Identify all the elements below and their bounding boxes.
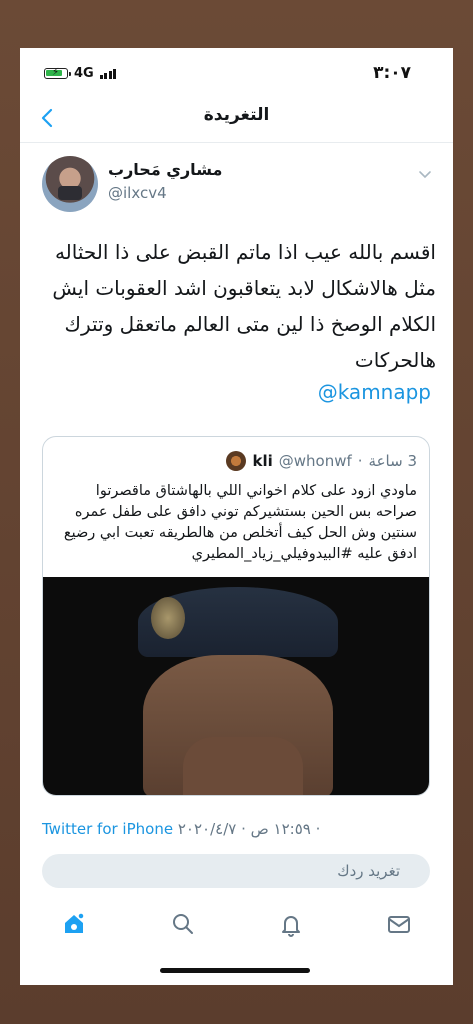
avatar[interactable] [42, 156, 98, 212]
author-handle[interactable]: @ilxcv4 [108, 184, 167, 202]
quoted-tweet-header: kli @whonwf · 3 ساعة [226, 451, 417, 471]
mention-link[interactable]: @kamnapp [318, 380, 431, 404]
author-name[interactable]: مشاري مَحارب [108, 160, 222, 179]
mail-icon[interactable] [385, 910, 413, 938]
charging-bolt-icon: ⚡ [52, 67, 60, 78]
quoted-tweet[interactable]: kli @whonwf · 3 ساعة ماودي ازود على كلام… [42, 436, 430, 796]
dot-separator: · [357, 452, 363, 470]
battery-icon: ⚡ [44, 67, 71, 79]
image-hand [183, 737, 303, 795]
tweet-author: مشاري مَحارب @ilxcv4 [20, 152, 453, 214]
chevron-down-icon[interactable] [418, 170, 432, 180]
signal-icon [99, 68, 117, 79]
quoted-tweet-image[interactable] [43, 577, 429, 795]
quoted-tweet-text: ماودي ازود على كلام اخواني اللي بالهاشتا… [63, 483, 417, 562]
meta-separator: · [315, 820, 321, 838]
image-badge [151, 597, 185, 639]
top-nav: التغريدة [20, 94, 453, 143]
network-type: 4G [74, 66, 94, 81]
quoted-author-handle: @whonwf [278, 452, 352, 470]
tweet-text: اقسم بالله عيب اذا ماتم القبض على ذا الح… [52, 240, 436, 372]
home-icon[interactable] [60, 910, 88, 938]
page-title: التغريدة [203, 105, 270, 125]
source-link[interactable]: Twitter for iPhone [42, 820, 173, 838]
quoted-avatar [226, 451, 247, 471]
quoted-author-name: kli [252, 452, 273, 470]
status-indicators: ⚡ 4G [44, 66, 117, 81]
home-indicator [160, 968, 310, 973]
status-bar: ⚡ 4G ٣:٠٧ [20, 48, 453, 94]
reply-box[interactable] [42, 854, 430, 888]
tweet-timestamp: ١٢:٥٩ ص · ٢٠٢٠/٤/٧ [177, 820, 311, 838]
tweet-meta: Twitter for iPhone · ١٢:٥٩ ص · ٢٠٢٠/٤/٧ [42, 820, 320, 838]
quoted-time: 3 ساعة [368, 452, 417, 470]
reply-input[interactable] [42, 854, 430, 888]
search-icon[interactable] [169, 910, 197, 938]
bell-icon[interactable] [277, 910, 305, 938]
phone-screen: ⚡ 4G ٣:٠٧ التغريدة مشاري مَحارب @ilxcv4 … [20, 48, 453, 985]
status-time: ٣:٠٧ [373, 63, 411, 83]
tab-bar [20, 900, 453, 954]
